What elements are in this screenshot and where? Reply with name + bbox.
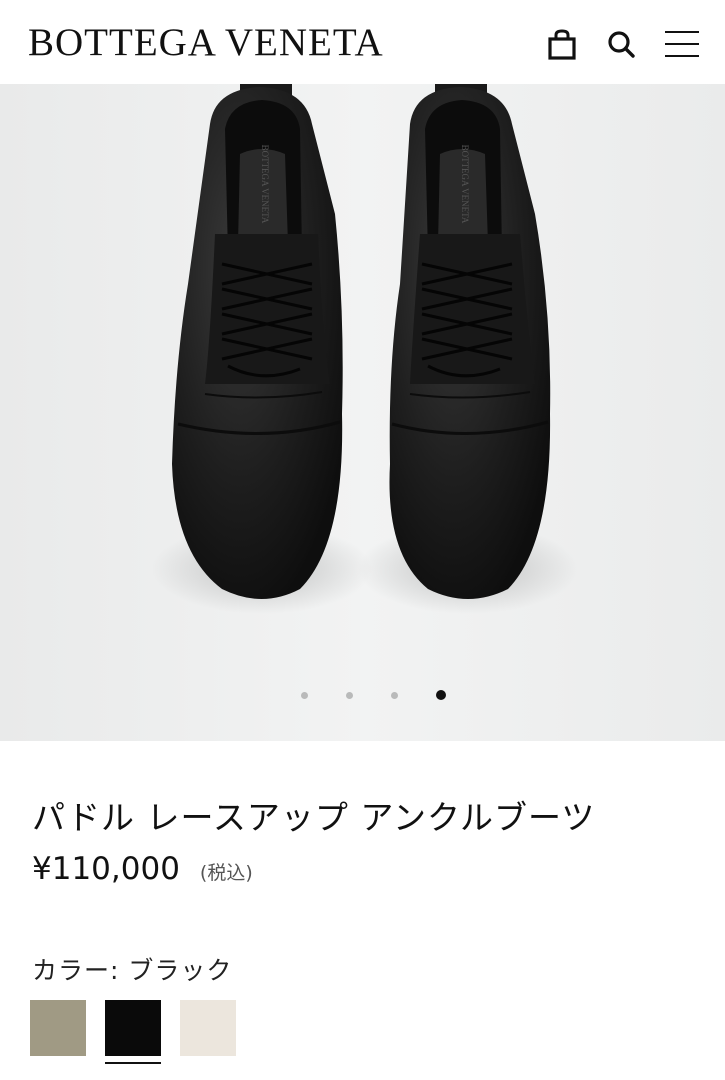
price-row: ¥110,000 (税込) <box>32 851 253 887</box>
header-actions <box>543 22 701 66</box>
product-info: パドル レースアップ アンクルブーツ ¥110,000 (税込) カラー: ブラ… <box>0 741 725 1080</box>
brand-logo[interactable]: BOTTEGA VENETA <box>28 23 384 62</box>
site-header: BOTTEGA VENETA <box>0 0 725 84</box>
carousel-dot-4[interactable] <box>436 690 446 700</box>
swatch-black-color <box>105 1000 161 1056</box>
swatch-cream-color <box>180 1000 236 1056</box>
search-icon[interactable] <box>603 25 641 63</box>
color-swatches <box>30 1000 236 1066</box>
menu-icon[interactable] <box>663 25 701 63</box>
product-image-carousel[interactable]: BOTTEGA VENETA BOTTEGA VENETA <box>0 84 725 741</box>
carousel-pagination <box>0 685 725 705</box>
carousel-dot-2[interactable] <box>346 691 353 699</box>
tax-note: (税込) <box>199 862 253 884</box>
right-boot: BOTTEGA VENETA <box>358 84 578 614</box>
insole-brand-text: BOTTEGA VENETA <box>460 145 470 224</box>
carousel-dot-3[interactable] <box>391 691 398 699</box>
shopping-bag-icon[interactable] <box>543 25 581 63</box>
product-price: ¥110,000 <box>32 851 180 887</box>
product-photo-boots: BOTTEGA VENETA BOTTEGA VENETA <box>152 84 578 614</box>
left-boot: BOTTEGA VENETA <box>152 84 372 614</box>
swatch-taupe[interactable] <box>30 1000 86 1066</box>
swatch-black[interactable] <box>105 1000 161 1066</box>
swatch-cream[interactable] <box>180 1000 236 1066</box>
carousel-dot-1[interactable] <box>301 691 308 699</box>
swatch-taupe-color <box>30 1000 86 1056</box>
insole-brand-text: BOTTEGA VENETA <box>260 145 270 224</box>
product-title: パドル レースアップ アンクルブーツ <box>32 798 596 837</box>
selected-color-label: カラー: ブラック <box>32 956 233 985</box>
